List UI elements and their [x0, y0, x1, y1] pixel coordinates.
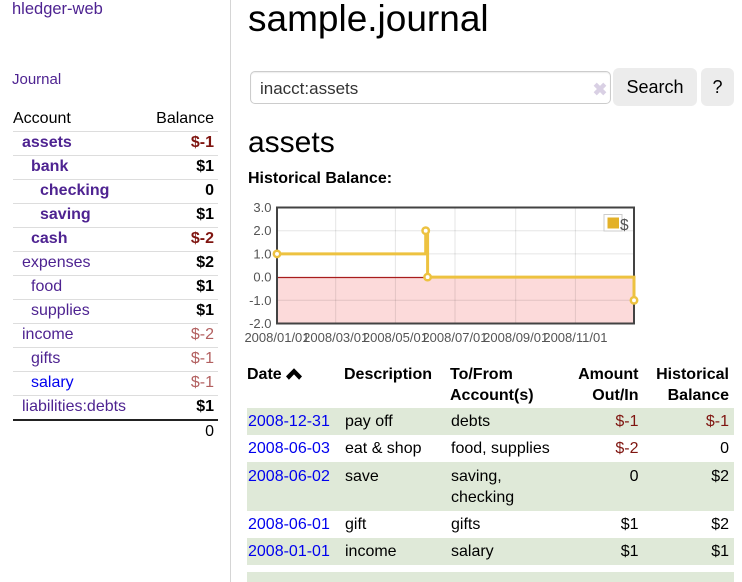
svg-text:1.0: 1.0: [253, 246, 271, 261]
svg-text:-1.0: -1.0: [249, 293, 271, 308]
svg-text:0.0: 0.0: [253, 270, 271, 285]
svg-text:2.0: 2.0: [253, 223, 271, 238]
svg-text:-2.0: -2.0: [249, 316, 271, 331]
svg-text:2008/01/01: 2008/01/01: [244, 330, 309, 345]
svg-text:2008/03/01: 2008/03/01: [303, 330, 368, 345]
svg-text:3.0: 3.0: [253, 200, 271, 215]
svg-text:2008/05/01: 2008/05/01: [363, 330, 428, 345]
svg-text:2008/09/01: 2008/09/01: [483, 330, 548, 345]
svg-text:2008/11/01: 2008/11/01: [543, 330, 607, 345]
svg-text:$: $: [620, 217, 629, 234]
svg-text:2008/07/01: 2008/07/01: [422, 330, 487, 345]
